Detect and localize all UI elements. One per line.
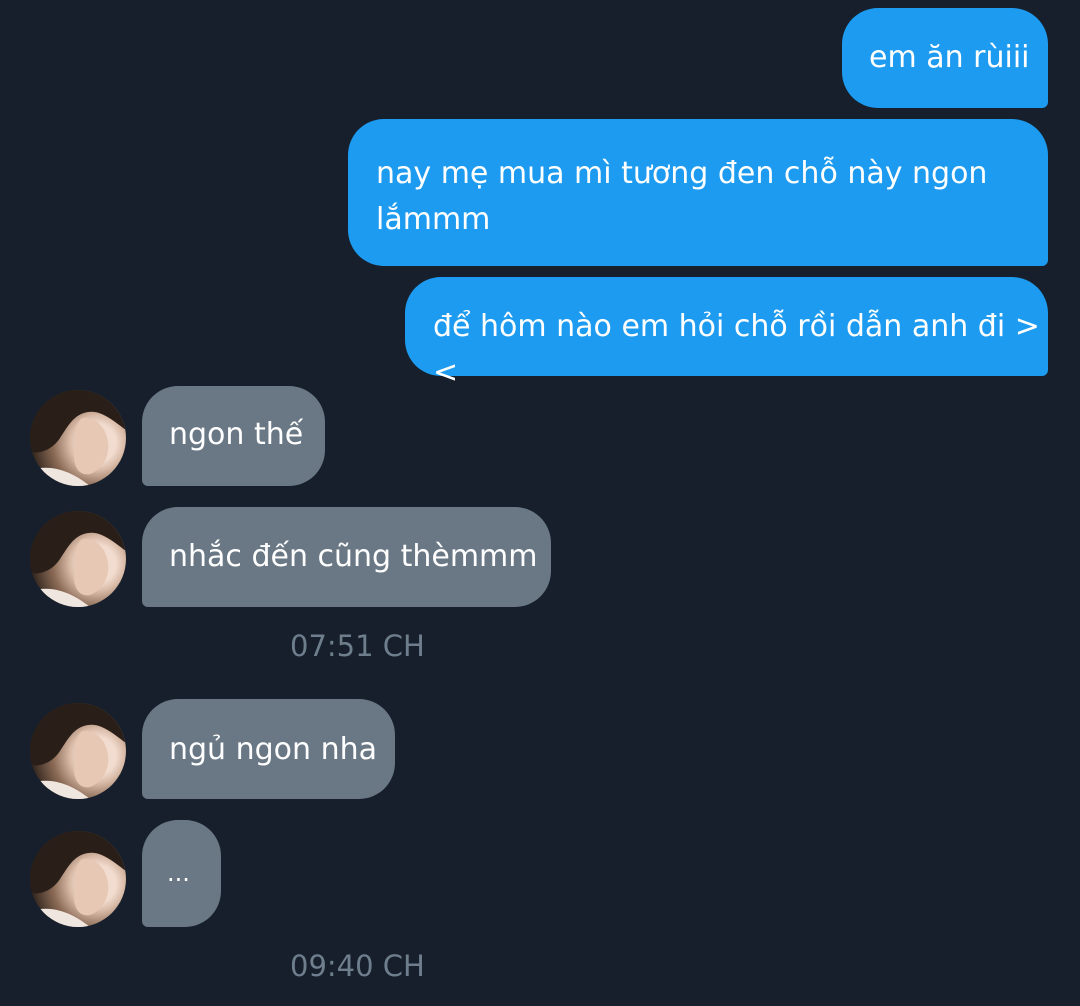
- profile-photo-icon: [30, 831, 126, 927]
- message-timestamp: 09:40 CH: [290, 949, 425, 983]
- received-message-bubble[interactable]: nhắc đến cũng thèmmm: [142, 507, 551, 607]
- avatar[interactable]: [30, 703, 126, 799]
- avatar[interactable]: [30, 390, 126, 486]
- avatar[interactable]: [30, 831, 126, 927]
- message-timestamp: 07:51 CH: [290, 629, 425, 663]
- profile-photo-icon: [30, 703, 126, 799]
- received-message-bubble[interactable]: ngon thế: [142, 386, 325, 486]
- profile-photo-icon: [30, 390, 126, 486]
- profile-photo-icon: [30, 511, 126, 607]
- sent-message-bubble[interactable]: em ăn rùiii: [842, 8, 1048, 108]
- sent-message-bubble[interactable]: nay mẹ mua mì tương đen chỗ này ngon lắm…: [348, 119, 1048, 266]
- received-message-bubble[interactable]: ngủ ngon nha: [142, 699, 395, 799]
- sent-message-bubble[interactable]: để hôm nào em hỏi chỗ rồi dẫn anh đi ><: [405, 277, 1048, 390]
- chat-conversation: em ăn rùiii nay mẹ mua mì tương đen chỗ …: [0, 0, 1080, 1006]
- received-message-bubble[interactable]: ...: [142, 820, 221, 927]
- avatar[interactable]: [30, 511, 126, 607]
